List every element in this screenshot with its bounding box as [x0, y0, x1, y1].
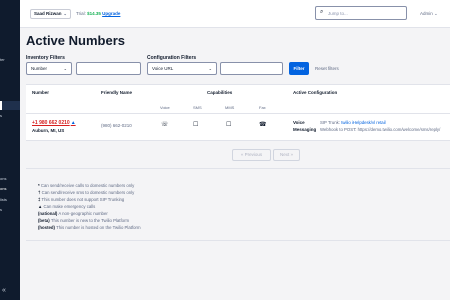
search-icon: ⌕	[320, 9, 324, 15]
sip-trunk-config: SIP Trunk: twilio iHelpdesk/vl retail	[320, 120, 450, 125]
divider	[26, 113, 450, 114]
mms-capability-icon: ☐	[226, 122, 232, 128]
sidebar-item[interactable]: ter	[0, 57, 20, 62]
next-page-button[interactable]: Next »	[273, 149, 300, 161]
configuration-filter-input[interactable]	[220, 62, 283, 75]
legend-text: This number is new to the Twilio Platfor…	[50, 218, 130, 223]
legend-text: This number is hosted on the Twilio Plat…	[56, 225, 141, 230]
legend-item: (national) A non-geographic number	[38, 211, 108, 216]
capability-header-mms: MMS	[225, 105, 235, 110]
friendly-name: (980) 662-0210	[101, 123, 132, 128]
sidebar-item[interactable]: s	[0, 207, 20, 212]
legend-text: This number does not support SIP Trunkin…	[41, 197, 125, 202]
legend-mark: †	[38, 190, 41, 195]
legend-mark: (national)	[38, 211, 58, 216]
legend-mark: *	[38, 183, 40, 188]
trial-balance: Trial: $14.35 Upgrade	[76, 11, 120, 16]
configuration-filter-select[interactable]: Voice URL ⌄	[147, 62, 217, 75]
legend-text: Can send/receive sms to domestic numbers…	[41, 190, 135, 195]
legend-item: (beta) This number is new to the Twilio …	[38, 218, 129, 223]
admin-label: Admin	[420, 11, 433, 16]
upgrade-link[interactable]: Upgrade	[102, 11, 120, 16]
legend-item: ▲ Can make emergency calls	[38, 204, 95, 209]
admin-menu[interactable]: Admin ⌄	[420, 11, 438, 17]
trial-label: Trial:	[76, 11, 86, 16]
chevron-down-icon: ⌄	[63, 66, 67, 71]
legend: * Can send/receive calls to domestic num…	[26, 168, 450, 240]
capability-header-voice: Voice	[160, 105, 170, 110]
inventory-filter-select[interactable]: Number ⌄	[26, 62, 72, 75]
inventory-filters-label: Inventory Filters	[26, 55, 65, 61]
voice-capability-icon: ☏	[161, 122, 169, 128]
account-name: Saad Rizwan	[34, 11, 62, 16]
inventory-filter-input[interactable]	[76, 62, 141, 75]
sidebar-item[interactable]: lists	[0, 197, 20, 202]
collapse-sidebar-icon[interactable]: «	[2, 287, 6, 294]
capability-header-fax: Fax	[259, 105, 266, 110]
sip-trunk-label: SIP Trunk:	[320, 120, 340, 125]
divider	[26, 240, 450, 241]
column-header-friendly-name: Friendly Name	[101, 90, 133, 95]
left-sidebar: ter s ons ons lists s «	[0, 0, 20, 300]
phone-number-link[interactable]: +1 980 662 0210	[32, 120, 70, 126]
legend-item: † Can send/receive sms to domestic numbe…	[38, 190, 134, 195]
fax-capability-icon: ☎	[259, 122, 267, 128]
configuration-select-value: Voice URL	[152, 66, 174, 71]
legend-item: (hosted) This number is hosted on the Tw…	[38, 225, 141, 230]
chevron-down-icon: ⌄	[208, 66, 212, 71]
search-input[interactable]: ⌕ Jump to...	[315, 6, 407, 20]
sidebar-item-active[interactable]	[0, 101, 20, 110]
config-type-voice: Voice	[293, 120, 305, 125]
inventory-select-value: Number	[31, 66, 48, 71]
sidebar-item[interactable]: s	[0, 113, 20, 118]
numbers-table: Number Friendly Name Capabilities Active…	[26, 84, 450, 141]
chevron-down-icon: ⌄	[434, 11, 438, 16]
page-title: Active Numbers	[26, 33, 125, 48]
search-placeholder: Jump to...	[328, 11, 348, 16]
legend-mark: (hosted)	[38, 225, 55, 230]
chevron-down-icon: ⌄	[63, 11, 67, 16]
capability-header-sms: SMS	[193, 105, 202, 110]
sip-trunk-link[interactable]: twilio iHelpdesk/vl retail	[341, 120, 385, 125]
column-header-active-configuration: Active Configuration	[293, 90, 338, 95]
webhook-config: Webhook to POST: https://demo.twilio.com…	[320, 127, 441, 132]
trial-amount: $14.35	[87, 11, 101, 16]
account-switcher[interactable]: Saad Rizwan ⌄	[30, 9, 71, 19]
legend-text: A non-geographic number	[58, 211, 108, 216]
configuration-filters-label: Configuration Filters	[147, 55, 197, 61]
legend-text: Can send/receive calls to domestic numbe…	[40, 183, 135, 188]
legend-mark: ‡	[38, 197, 41, 202]
sidebar-item[interactable]: ons	[0, 186, 20, 191]
reset-filters-link[interactable]: Reset filters	[315, 66, 339, 71]
legend-text: Can make emergency calls	[43, 204, 96, 209]
previous-page-button[interactable]: « Previous	[232, 149, 271, 161]
legend-mark: ▲	[38, 204, 43, 209]
config-type-messaging: Messaging	[293, 127, 317, 132]
sidebar-item[interactable]: ons	[0, 176, 20, 181]
legend-item: * Can send/receive calls to domestic num…	[38, 183, 134, 188]
filter-button[interactable]: Filter	[289, 62, 309, 75]
legend-item: ‡ This number does not support SIP Trunk…	[38, 197, 124, 202]
number-location: Auburn, MI, US	[32, 128, 65, 133]
legend-mark: (beta)	[38, 218, 50, 223]
emergency-calls-icon: ▲	[70, 120, 76, 126]
sms-capability-icon: ☐	[193, 122, 199, 128]
top-bar: Saad Rizwan ⌄ Trial: $14.35 Upgrade ⌕ Jum…	[20, 0, 450, 28]
table-row-number: +1 980 662 0210▲	[32, 120, 76, 126]
column-header-capabilities: Capabilities	[207, 90, 233, 95]
column-header-number: Number	[32, 90, 50, 95]
